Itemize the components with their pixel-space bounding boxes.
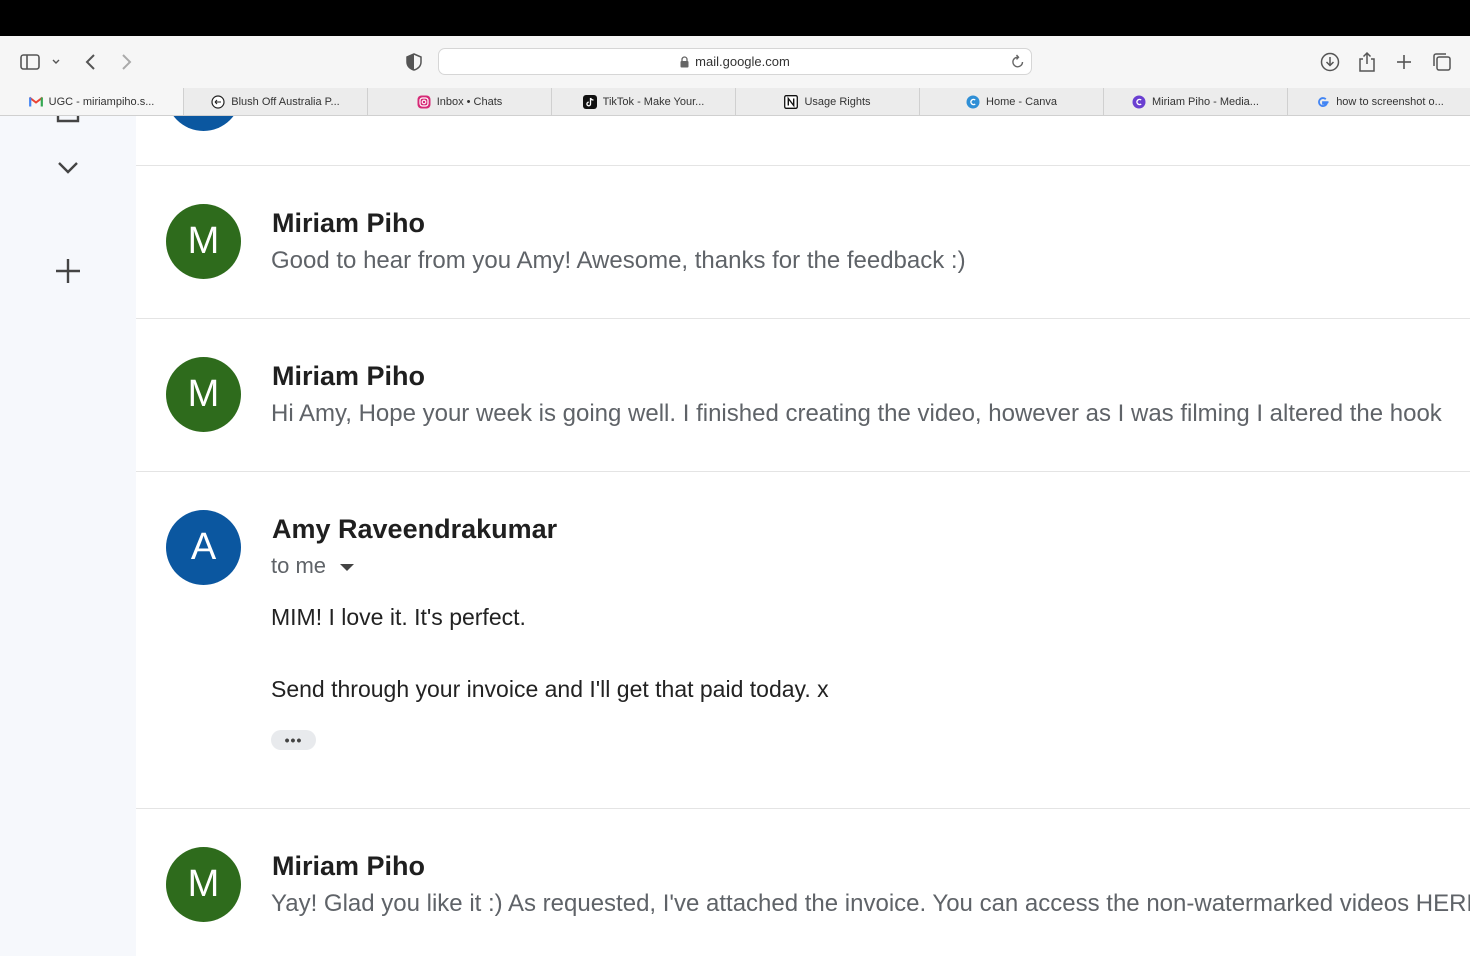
menu-bar — [0, 0, 1470, 36]
sidebar-toggle-icon[interactable] — [20, 50, 60, 74]
avatar: M — [166, 357, 241, 432]
lock-icon — [680, 55, 689, 68]
tab-gmail[interactable]: UGC - miriampiho.s... — [0, 88, 184, 115]
message-body-line: Send through your invoice and I'll get t… — [271, 676, 829, 702]
tab-usage-rights[interactable]: Usage Rights — [736, 88, 920, 115]
canva-icon — [966, 95, 980, 109]
google-icon — [1316, 95, 1330, 109]
tab-canva-home[interactable]: Home - Canva — [920, 88, 1104, 115]
collapsed-message[interactable]: M Miriam Piho Hi Amy, Hope your week is … — [136, 319, 1470, 472]
sender-name: Miriam Piho — [272, 208, 426, 238]
recipient-details-toggle[interactable]: to me — [271, 553, 355, 579]
collapsed-message[interactable]: M Miriam Piho Yay! Glad you like it :) A… — [136, 809, 1470, 956]
tab-canva-media[interactable]: Miriam Piho - Media... — [1104, 88, 1288, 115]
blush-icon — [211, 94, 225, 109]
tab-instagram[interactable]: Inbox • Chats — [368, 88, 552, 115]
chevron-down-icon[interactable] — [48, 156, 88, 180]
share-icon[interactable] — [1356, 50, 1378, 74]
address-bar[interactable]: mail.google.com — [438, 48, 1032, 75]
download-icon[interactable] — [1318, 50, 1342, 74]
message-snippet: Good to hear from you Amy! Awesome, than… — [271, 247, 966, 274]
caret-down-icon — [340, 563, 355, 571]
collapsed-message[interactable]: M Miriam Piho Good to hear from you Amy!… — [136, 166, 1470, 319]
sender-name: Miriam Piho — [272, 361, 426, 391]
archive-icon[interactable] — [48, 116, 88, 126]
left-rail — [0, 116, 136, 956]
show-trimmed-content-button[interactable]: ••• — [271, 730, 316, 750]
collapsed-message-previous[interactable] — [136, 116, 1470, 166]
avatar: M — [166, 847, 241, 922]
tab-bar: UGC - miriampiho.s... Blush Off Australi… — [0, 88, 1470, 116]
gmail-icon — [28, 95, 43, 109]
avatar: M — [166, 204, 241, 279]
forward-icon[interactable] — [117, 50, 135, 74]
expanded-message: A Amy Raveendrakumar to me MIM! I love i… — [136, 472, 1470, 809]
url-text: mail.google.com — [695, 54, 790, 69]
reload-icon[interactable] — [1011, 54, 1025, 69]
new-tab-icon[interactable] — [1394, 50, 1414, 74]
message-snippet: Yay! Glad you like it :) As requested, I… — [271, 890, 1470, 917]
tab-overview-icon[interactable] — [1431, 50, 1453, 74]
canva-icon — [1132, 95, 1146, 109]
tab-blush-off[interactable]: Blush Off Australia P... — [184, 88, 368, 115]
instagram-icon — [417, 95, 431, 109]
avatar — [166, 116, 241, 131]
back-icon[interactable] — [82, 50, 100, 74]
sender-name: Miriam Piho — [272, 851, 426, 881]
notion-icon — [784, 94, 799, 109]
recipient-label: to me — [271, 553, 327, 578]
message-body-line: MIM! I love it. It's perfect. — [271, 604, 526, 630]
tab-google-search[interactable]: how to screenshot o... — [1288, 88, 1470, 115]
email-thread: M Miriam Piho Good to hear from you Amy!… — [136, 116, 1470, 956]
avatar: A — [166, 510, 241, 585]
message-snippet: Hi Amy, Hope your week is going well. I … — [271, 400, 1442, 427]
add-icon[interactable] — [48, 256, 88, 286]
sender-name: Amy Raveendrakumar — [272, 514, 558, 544]
privacy-shield-icon[interactable] — [404, 50, 424, 74]
tab-tiktok[interactable]: TikTok - Make Your... — [552, 88, 736, 115]
tiktok-icon — [582, 94, 597, 109]
